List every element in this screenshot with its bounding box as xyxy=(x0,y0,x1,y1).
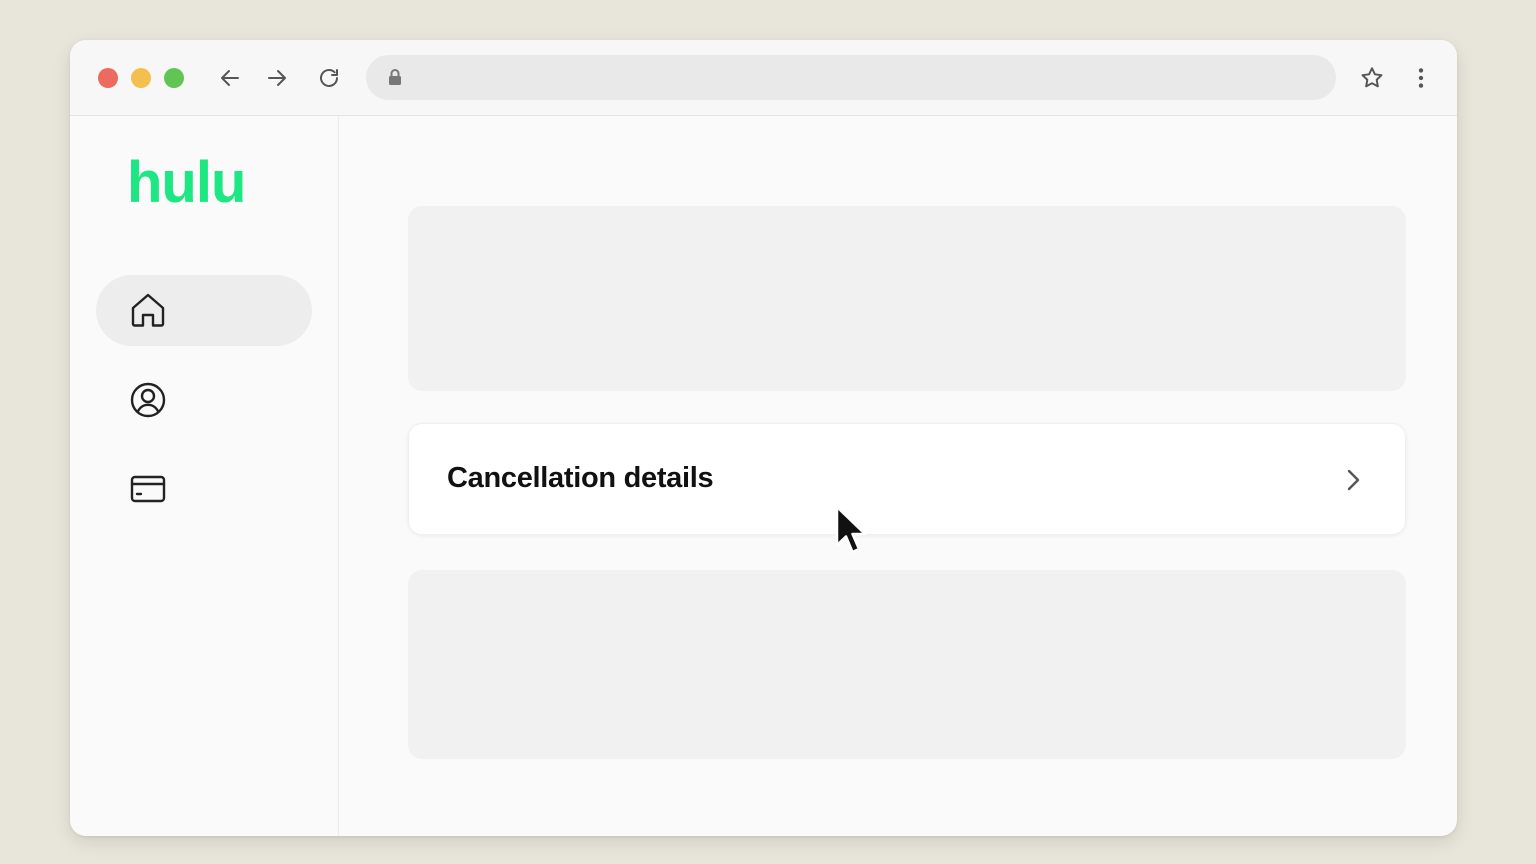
cancellation-details-card[interactable]: Cancellation details xyxy=(408,423,1406,535)
cancellation-details-title: Cancellation details xyxy=(447,462,714,494)
svg-text:hulu: hulu xyxy=(127,154,245,210)
sidebar-item-billing[interactable] xyxy=(96,454,312,525)
loading-placeholder-bottom xyxy=(408,570,1406,759)
star-icon[interactable] xyxy=(1359,65,1385,91)
reload-icon xyxy=(320,69,338,87)
user-circle-icon xyxy=(130,382,166,418)
close-window-button[interactable] xyxy=(98,68,118,88)
browser-window: hulu Cancellation details xyxy=(70,40,1457,836)
browser-toolbar xyxy=(70,40,1457,116)
sidebar-item-account[interactable] xyxy=(96,365,312,436)
address-bar[interactable] xyxy=(366,55,1336,100)
reload-button[interactable] xyxy=(316,65,342,91)
forward-button[interactable] xyxy=(264,65,290,91)
arrow-right-icon xyxy=(268,70,286,86)
main-content: Cancellation details xyxy=(339,116,1457,836)
credit-card-icon xyxy=(130,475,166,503)
back-button[interactable] xyxy=(217,65,243,91)
hulu-logo[interactable]: hulu xyxy=(127,154,267,210)
arrow-left-icon xyxy=(221,70,239,86)
minimize-window-button[interactable] xyxy=(131,68,151,88)
home-icon xyxy=(131,293,165,327)
chevron-right-icon xyxy=(1347,469,1360,491)
maximize-window-button[interactable] xyxy=(164,68,184,88)
kebab-menu-icon[interactable] xyxy=(1408,65,1434,91)
sidebar-item-home[interactable] xyxy=(96,275,312,346)
lock-icon xyxy=(389,69,401,85)
loading-placeholder-top xyxy=(408,206,1406,391)
sidebar: hulu xyxy=(70,116,339,836)
